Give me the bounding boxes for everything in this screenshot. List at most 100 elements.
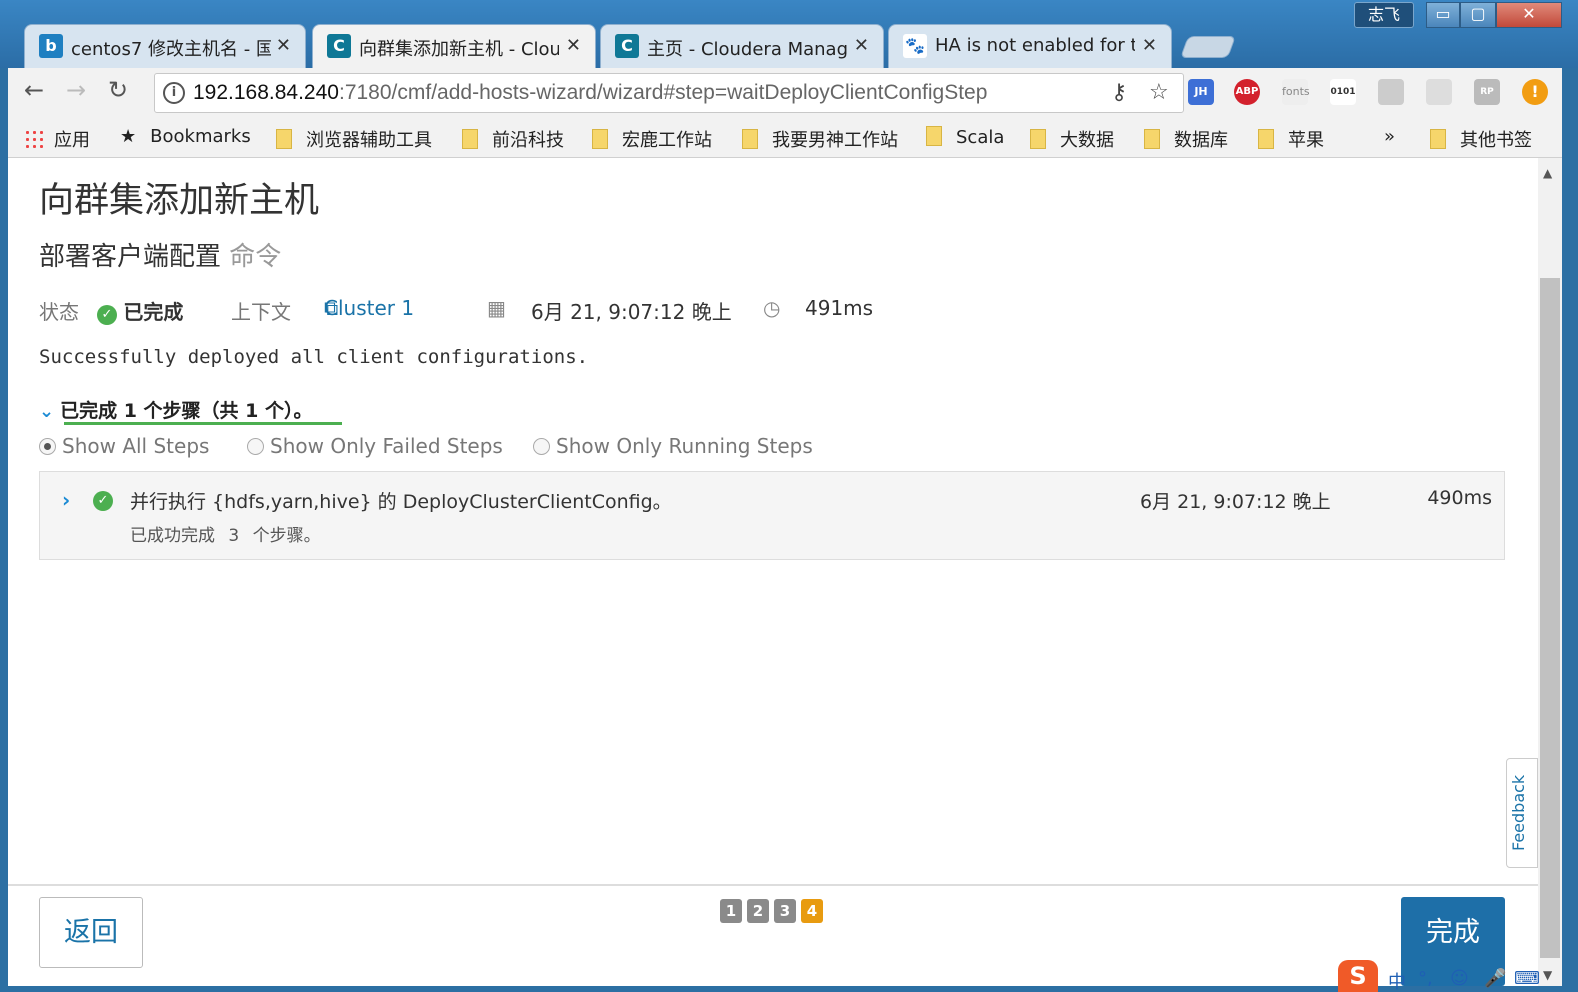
radio-icon bbox=[247, 438, 264, 455]
success-check-icon: ✓ bbox=[97, 305, 117, 325]
shield-extension-icon[interactable] bbox=[1426, 79, 1452, 105]
wizard-step-1[interactable]: 1 bbox=[720, 899, 742, 923]
bookmark-star-icon[interactable]: ☆ bbox=[1149, 80, 1169, 105]
profile-badge[interactable]: 志飞 bbox=[1354, 2, 1414, 28]
close-window-button[interactable]: ✕ bbox=[1496, 2, 1562, 28]
folder-icon bbox=[1030, 129, 1046, 149]
context-label: 上下文 bbox=[231, 300, 291, 324]
rp-extension-icon[interactable]: RP bbox=[1474, 79, 1500, 105]
bookmarks-overflow-button[interactable]: » bbox=[1384, 126, 1395, 147]
forward-arrow-icon[interactable]: → bbox=[66, 76, 86, 104]
filter-failed-steps[interactable]: Show Only Failed Steps bbox=[247, 434, 503, 458]
command-duration: 491ms bbox=[805, 296, 874, 320]
feedback-label: Feedback bbox=[1509, 774, 1528, 851]
url-host: 192.168.84.240 bbox=[193, 81, 339, 104]
chevron-right-icon[interactable]: › bbox=[62, 488, 70, 512]
folder-icon bbox=[926, 126, 942, 146]
binary-extension-icon[interactable]: 0101 bbox=[1330, 79, 1356, 105]
bing-favicon-icon: b bbox=[39, 34, 63, 58]
cloudera-favicon-icon: C bbox=[327, 34, 351, 58]
folder-icon bbox=[1430, 129, 1446, 149]
close-tab-icon[interactable]: ✕ bbox=[276, 35, 291, 56]
wizard-pager: 1234 bbox=[720, 899, 828, 923]
new-tab-button[interactable] bbox=[1179, 36, 1237, 58]
step-timestamp: 6月 21, 9:07:12 晚上 bbox=[1140, 491, 1331, 513]
bookmark-folder[interactable]: Scala bbox=[926, 126, 1004, 148]
tab-add-hosts[interactable]: C 向群集添加新主机 - Clou ✕ bbox=[312, 24, 596, 68]
step-title: 并行执行 {hdfs,yarn,hive} 的 DeployClusterCli… bbox=[130, 491, 672, 513]
wizard-step-3[interactable]: 3 bbox=[774, 899, 796, 923]
jh-extension-icon[interactable]: JH bbox=[1188, 79, 1214, 105]
extension-icon[interactable] bbox=[1378, 79, 1404, 105]
emoji-icon[interactable]: ☺ bbox=[1450, 968, 1469, 989]
keyboard-icon[interactable]: ⌨ bbox=[1514, 968, 1540, 989]
steps-toggle[interactable]: ⌄ 已完成 1 个步骤（共 1 个）。 bbox=[39, 396, 313, 423]
command-timestamp: 6月 21, 9:07:12 晚上 bbox=[531, 300, 732, 324]
page-content: 向群集添加新主机 部署客户端配置 命令 状态 ✓ 已完成 上下文 Cluster… bbox=[8, 158, 1562, 986]
status-text: 已完成 bbox=[123, 300, 184, 324]
sogou-logo-icon[interactable]: S bbox=[1338, 960, 1378, 992]
tab-cloudera-home[interactable]: C 主页 - Cloudera Manag ✕ bbox=[600, 24, 884, 68]
wizard-step-4-current[interactable]: 4 bbox=[801, 899, 823, 923]
radio-icon bbox=[533, 438, 550, 455]
step-duration: 490ms bbox=[1427, 487, 1492, 509]
bookmark-bookmarks[interactable]: ★ Bookmarks bbox=[120, 126, 251, 147]
close-tab-icon[interactable]: ✕ bbox=[1142, 35, 1157, 56]
scroll-up-icon[interactable]: ▲ bbox=[1543, 166, 1552, 180]
bookmark-folder[interactable]: 前沿科技 bbox=[462, 126, 564, 152]
key-icon[interactable]: ⚷ bbox=[1111, 80, 1127, 105]
bookmark-folder[interactable]: 浏览器辅助工具 bbox=[276, 126, 432, 152]
adblock-extension-icon[interactable]: ABP bbox=[1234, 79, 1260, 105]
minimize-button[interactable]: ▭ bbox=[1426, 2, 1460, 28]
browser-toolbar: ← → ↻ i 192.168.84.240:7180/cmf/add-host… bbox=[8, 68, 1562, 118]
step-sub-suffix: 个步骤。 bbox=[252, 526, 321, 546]
back-arrow-icon[interactable]: ← bbox=[24, 76, 44, 104]
bookmark-folder[interactable]: 大数据 bbox=[1030, 126, 1114, 152]
microphone-icon[interactable]: 🎤 bbox=[1484, 968, 1506, 989]
window-titlebar: 志飞 ▭ ▢ ✕ b centos7 修改主机名 - 国 ✕ C 向群集添加新主… bbox=[0, 0, 1578, 68]
baidu-paw-favicon-icon: 🐾 bbox=[903, 34, 927, 58]
ime-mode[interactable]: 中 bbox=[1388, 968, 1406, 992]
tab-title: 向群集添加新主机 - Clou bbox=[359, 39, 559, 60]
tab-ha-not-enabled[interactable]: 🐾 HA is not enabled for th ✕ bbox=[888, 24, 1172, 68]
command-label: 命令 bbox=[229, 242, 282, 272]
url-text[interactable]: 192.168.84.240:7180/cmf/add-hosts-wizard… bbox=[193, 81, 987, 105]
steps-summary: 已完成 1 个步骤（共 1 个）。 bbox=[60, 400, 313, 422]
reload-icon[interactable]: ↻ bbox=[108, 76, 128, 104]
command-name: 部署客户端配置 bbox=[39, 242, 222, 272]
scroll-thumb[interactable] bbox=[1540, 278, 1560, 958]
page-scrollbar[interactable]: ▲ ▼ bbox=[1538, 158, 1562, 986]
feedback-tab[interactable]: Feedback bbox=[1506, 758, 1538, 868]
star-icon: ★ bbox=[120, 126, 137, 147]
tab-title: 主页 - Cloudera Manag bbox=[647, 39, 847, 60]
filter-all-steps[interactable]: Show All Steps bbox=[39, 434, 209, 458]
bookmark-folder[interactable]: 宏鹿工作站 bbox=[592, 126, 712, 152]
external-link-icon: ⧉ bbox=[324, 296, 339, 320]
clock-icon: ◷ bbox=[763, 296, 781, 320]
bookmark-apps[interactable]: 应用 bbox=[24, 126, 90, 152]
close-tab-icon[interactable]: ✕ bbox=[854, 35, 869, 56]
tab-title: centos7 修改主机名 - 国 bbox=[71, 39, 271, 60]
fonts-extension-icon[interactable]: fonts bbox=[1282, 79, 1310, 105]
bookmarks-bar: 应用 ★ Bookmarks 浏览器辅助工具 前沿科技 宏鹿工作站 我要男神工作站… bbox=[8, 118, 1562, 158]
back-button[interactable]: 返回 bbox=[39, 897, 143, 968]
bookmark-folder[interactable]: 苹果 bbox=[1258, 126, 1324, 152]
folder-icon bbox=[1258, 129, 1274, 149]
warning-extension-icon[interactable]: ! bbox=[1522, 79, 1548, 105]
tab-centos7[interactable]: b centos7 修改主机名 - 国 ✕ bbox=[24, 24, 306, 68]
address-bar[interactable]: i 192.168.84.240:7180/cmf/add-hosts-wiza… bbox=[154, 73, 1184, 113]
cloudera-favicon-icon: C bbox=[615, 34, 639, 58]
site-info-icon[interactable]: i bbox=[163, 82, 185, 104]
page-title: 向群集添加新主机 bbox=[39, 181, 320, 221]
filter-running-steps[interactable]: Show Only Running Steps bbox=[533, 434, 813, 458]
bookmark-folder[interactable]: 我要男神工作站 bbox=[742, 126, 898, 152]
maximize-button[interactable]: ▢ bbox=[1460, 2, 1496, 28]
bookmark-folder[interactable]: 数据库 bbox=[1144, 126, 1228, 152]
bookmark-other[interactable]: 其他书签 bbox=[1430, 126, 1532, 152]
step-sub-prefix: 已成功完成 bbox=[130, 526, 215, 546]
folder-icon bbox=[592, 129, 608, 149]
wizard-step-2[interactable]: 2 bbox=[747, 899, 769, 923]
step-substatus: 已成功完成 3 个步骤。 bbox=[130, 521, 321, 546]
punctuation-icon[interactable]: °, bbox=[1418, 968, 1433, 989]
close-tab-icon[interactable]: ✕ bbox=[566, 35, 581, 56]
